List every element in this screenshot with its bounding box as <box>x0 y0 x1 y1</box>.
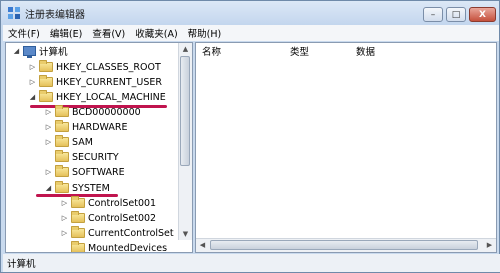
tree-label: ControlSet002 <box>88 212 157 224</box>
tree-label: HARDWARE <box>72 121 128 133</box>
minimize-icon: – <box>430 9 436 20</box>
expand-arrow-icon[interactable]: ▷ <box>28 78 37 86</box>
tree-label: SOFTWARE <box>72 166 125 178</box>
tree-label: MountedDevices <box>88 242 168 253</box>
tree-item-controlset001[interactable]: ▷ ControlSet001 <box>60 195 156 211</box>
close-button[interactable]: X <box>469 7 496 22</box>
tree-item-currentcontrolset[interactable]: ▷ CurrentControlSet <box>60 225 174 241</box>
folder-icon <box>39 60 53 72</box>
expand-arrow-icon[interactable]: ▷ <box>44 138 53 146</box>
tree-label: SYSTEM <box>72 182 110 194</box>
status-path: 计算机 <box>7 259 36 270</box>
folder-icon <box>39 90 53 102</box>
computer-icon <box>23 46 36 58</box>
tree-label: CurrentControlSet <box>88 227 174 239</box>
tree-item-controlset002[interactable]: ▷ ControlSet002 <box>60 210 156 226</box>
registry-editor-window: 注册表编辑器 – □ X 文件(F) 编辑(E) 查看(V) 收藏夹(A) 帮助… <box>0 0 500 273</box>
values-scroll-thumb[interactable] <box>210 240 478 250</box>
expand-arrow-icon[interactable]: ▷ <box>60 199 69 207</box>
tree-label: ControlSet001 <box>88 197 157 209</box>
menu-favorites[interactable]: 收藏夹(A) <box>130 26 182 40</box>
expand-arrow-icon[interactable]: ▷ <box>60 214 69 222</box>
folder-icon <box>55 120 69 132</box>
status-bar: 计算机 <box>3 254 500 272</box>
scroll-up-arrow-icon[interactable]: ▲ <box>179 43 192 55</box>
title-bar: 注册表编辑器 – □ X <box>1 1 499 25</box>
folder-icon <box>71 241 85 252</box>
folder-icon <box>55 105 69 117</box>
tree-item-security[interactable]: SECURITY <box>44 149 119 165</box>
folder-icon <box>71 211 85 223</box>
collapse-arrow-icon[interactable]: ◢ <box>28 93 37 101</box>
tree-vertical-scrollbar[interactable]: ▲ ▼ <box>178 43 192 240</box>
folder-icon <box>55 150 69 162</box>
menu-edit[interactable]: 编辑(E) <box>45 26 87 40</box>
scroll-left-arrow-icon[interactable]: ◀ <box>196 239 209 251</box>
close-icon: X <box>479 9 486 20</box>
tree-label: HKEY_CLASSES_ROOT <box>56 61 161 73</box>
column-data-header[interactable]: 数据 <box>356 43 375 58</box>
maximize-button[interactable]: □ <box>446 7 466 22</box>
tree-label: HKEY_LOCAL_MACHINE <box>56 91 166 103</box>
collapse-arrow-icon[interactable]: ◢ <box>12 47 21 55</box>
folder-icon <box>71 226 85 238</box>
menu-help[interactable]: 帮助(H) <box>183 26 227 40</box>
folder-icon <box>71 196 85 208</box>
menu-bar: 文件(F) 编辑(E) 查看(V) 收藏夹(A) 帮助(H) <box>3 25 499 41</box>
folder-icon <box>55 181 69 193</box>
tree-item-sam[interactable]: ▷ SAM <box>44 134 93 150</box>
maximize-icon: □ <box>451 9 461 20</box>
expand-arrow-icon[interactable]: ▷ <box>28 63 37 71</box>
scroll-down-arrow-icon[interactable]: ▼ <box>179 228 192 240</box>
tree-item-software[interactable]: ▷ SOFTWARE <box>44 164 125 180</box>
tree-item-hkcu[interactable]: ▷ HKEY_CURRENT_USER <box>28 74 162 90</box>
values-horizontal-scrollbar[interactable]: ◀ ▶ <box>196 238 496 252</box>
tree-item-computer[interactable]: ◢ 计算机 <box>12 43 68 59</box>
menu-file[interactable]: 文件(F) <box>3 26 45 40</box>
tree-item-mounteddevices[interactable]: MountedDevices <box>60 240 168 253</box>
folder-icon <box>55 135 69 147</box>
tree-label: 计算机 <box>39 47 68 58</box>
folder-icon <box>39 75 53 87</box>
minimize-button[interactable]: – <box>423 7 443 22</box>
column-type-header[interactable]: 类型 <box>290 43 309 58</box>
registry-tree-pane[interactable]: ◢ 计算机 ▷ HKEY_CLASSES_ROOT ▷ HKEY_CURRENT… <box>5 42 193 253</box>
tree-label: HKEY_CURRENT_USER <box>56 76 162 88</box>
menu-view[interactable]: 查看(V) <box>87 26 130 40</box>
tree-label: BCD00000000 <box>72 106 141 118</box>
expand-arrow-icon[interactable]: ▷ <box>60 229 69 237</box>
folder-icon <box>55 165 69 177</box>
tree-label: SECURITY <box>72 151 119 163</box>
column-name-header[interactable]: 名称 <box>202 43 221 58</box>
expand-arrow-icon[interactable]: ▷ <box>44 123 53 131</box>
tree-scroll-thumb[interactable] <box>180 56 190 166</box>
collapse-arrow-icon[interactable]: ◢ <box>44 184 53 192</box>
expand-arrow-icon[interactable]: ▷ <box>44 168 53 176</box>
tree-label: SAM <box>72 136 93 148</box>
window-title: 注册表编辑器 <box>25 10 85 21</box>
regedit-icon <box>8 7 20 19</box>
expand-arrow-icon[interactable]: ▷ <box>44 108 53 116</box>
scroll-right-arrow-icon[interactable]: ▶ <box>483 239 496 251</box>
tree-item-hardware[interactable]: ▷ HARDWARE <box>44 119 128 135</box>
tree-item-hklm[interactable]: ◢ HKEY_LOCAL_MACHINE <box>28 89 166 105</box>
values-pane[interactable]: 名称 类型 数据 ◀ ▶ <box>195 42 497 253</box>
tree-item-bcd[interactable]: ▷ BCD00000000 <box>44 104 141 120</box>
tree-item-hkcr[interactable]: ▷ HKEY_CLASSES_ROOT <box>28 59 161 75</box>
